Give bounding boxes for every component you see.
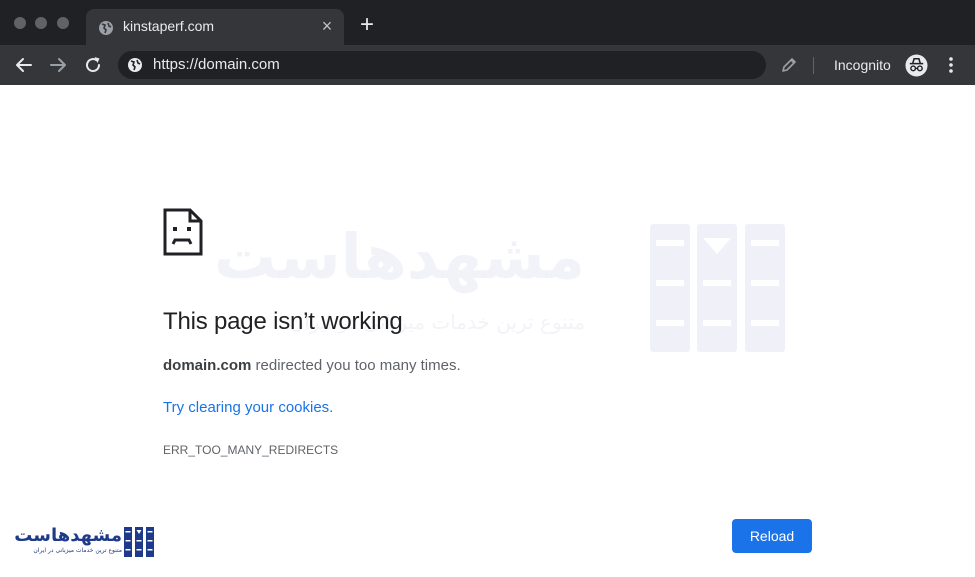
toolbar-divider	[813, 57, 814, 74]
browser-frame: kinstaperf.com × + https://domain.com In…	[0, 0, 975, 85]
watermark-logo-icon	[650, 224, 785, 352]
address-url: https://domain.com	[153, 56, 280, 73]
forward-arrow-icon[interactable]	[47, 54, 69, 76]
tab-close-button[interactable]: ×	[318, 17, 336, 35]
pen-icon[interactable]	[779, 55, 799, 75]
clear-cookies-link[interactable]: Try clearing your cookies.	[163, 399, 333, 416]
sad-document-icon	[163, 208, 203, 256]
browser-tab[interactable]: kinstaperf.com ×	[86, 9, 344, 45]
incognito-icon[interactable]	[905, 54, 928, 77]
brand-text: مشهدهاست	[14, 525, 122, 546]
brand-subtitle: متنوع ترین خدمات میزبانی در ایران	[33, 547, 122, 554]
error-title: This page isn’t working	[163, 308, 403, 335]
error-domain: domain.com	[163, 357, 252, 374]
browser-toolbar: https://domain.com Incognito	[0, 45, 975, 85]
tab-title: kinstaperf.com	[123, 18, 215, 34]
tab-strip: kinstaperf.com × +	[0, 0, 975, 45]
window-minimize-button[interactable]	[35, 17, 47, 29]
window-zoom-button[interactable]	[57, 17, 69, 29]
error-message-text: redirected you too many times.	[251, 357, 461, 374]
new-tab-button[interactable]: +	[356, 13, 378, 37]
brand-mark-icon	[124, 527, 154, 557]
globe-icon	[128, 58, 142, 72]
watermark-text: مشهدهاست	[213, 220, 585, 293]
incognito-label: Incognito	[834, 57, 891, 73]
globe-icon	[99, 21, 113, 35]
back-arrow-icon[interactable]	[13, 54, 35, 76]
reload-icon[interactable]	[82, 54, 104, 76]
reload-button[interactable]: Reload	[732, 519, 812, 553]
more-vert-icon[interactable]	[941, 55, 961, 75]
address-bar[interactable]: https://domain.com	[118, 51, 766, 79]
window-close-button[interactable]	[14, 17, 26, 29]
error-code: ERR_TOO_MANY_REDIRECTS	[163, 443, 339, 457]
error-message: domain.com redirected you too many times…	[163, 357, 461, 374]
brand-logo: مشهدهاست متنوع ترین خدمات میزبانی در ایر…	[14, 525, 154, 559]
